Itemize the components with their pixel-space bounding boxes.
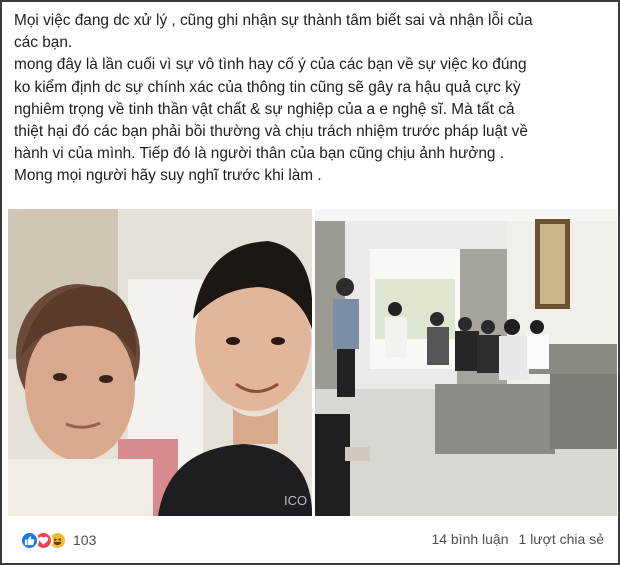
meeting-room-illustration — [315, 209, 617, 516]
shares-link[interactable]: 1 lượt chia sẻ — [519, 531, 604, 547]
reaction-count: 103 — [73, 532, 97, 548]
facebook-post-card: Mọi việc đang dc xử lý , cũng ghi nhận s… — [0, 0, 620, 565]
meeting-room-photo[interactable] — [315, 209, 617, 516]
post-text-line: ko kiểm định dc sự chính xác của thông t… — [14, 78, 521, 96]
post-text-line: nghiêm trọng về tinh thần vật chất & sự … — [14, 100, 515, 118]
selfie-illustration: ICO — [8, 209, 312, 516]
shirt-text: ICO — [284, 493, 307, 508]
post-text: Mọi việc đang dc xử lý , cũng ghi nhận s… — [14, 10, 610, 188]
post-footer: 103 14 bình luận 1 lượt chia sẻ — [2, 516, 618, 563]
selfie-photo[interactable]: ICO — [8, 209, 312, 516]
reactions-summary[interactable]: 103 — [20, 530, 96, 550]
post-text-line: mong đây là lần cuối vì sự vô tình hay c… — [14, 56, 527, 74]
like-icon — [20, 530, 39, 550]
post-text-line: hành vi của mình. Tiếp đó là người thân … — [14, 145, 505, 163]
engagement-stats: 14 bình luận 1 lượt chia sẻ — [431, 531, 604, 547]
post-text-line: thiệt hại đó các bạn phải bồi thường và … — [14, 123, 528, 141]
post-text-line: Mọi việc đang dc xử lý , cũng ghi nhận s… — [14, 12, 533, 29]
post-text-line: Mong mọi người hãy suy nghĩ trước khi là… — [14, 167, 322, 185]
comments-link[interactable]: 14 bình luận — [431, 531, 508, 547]
post-text-line: các bạn. — [14, 34, 73, 52]
